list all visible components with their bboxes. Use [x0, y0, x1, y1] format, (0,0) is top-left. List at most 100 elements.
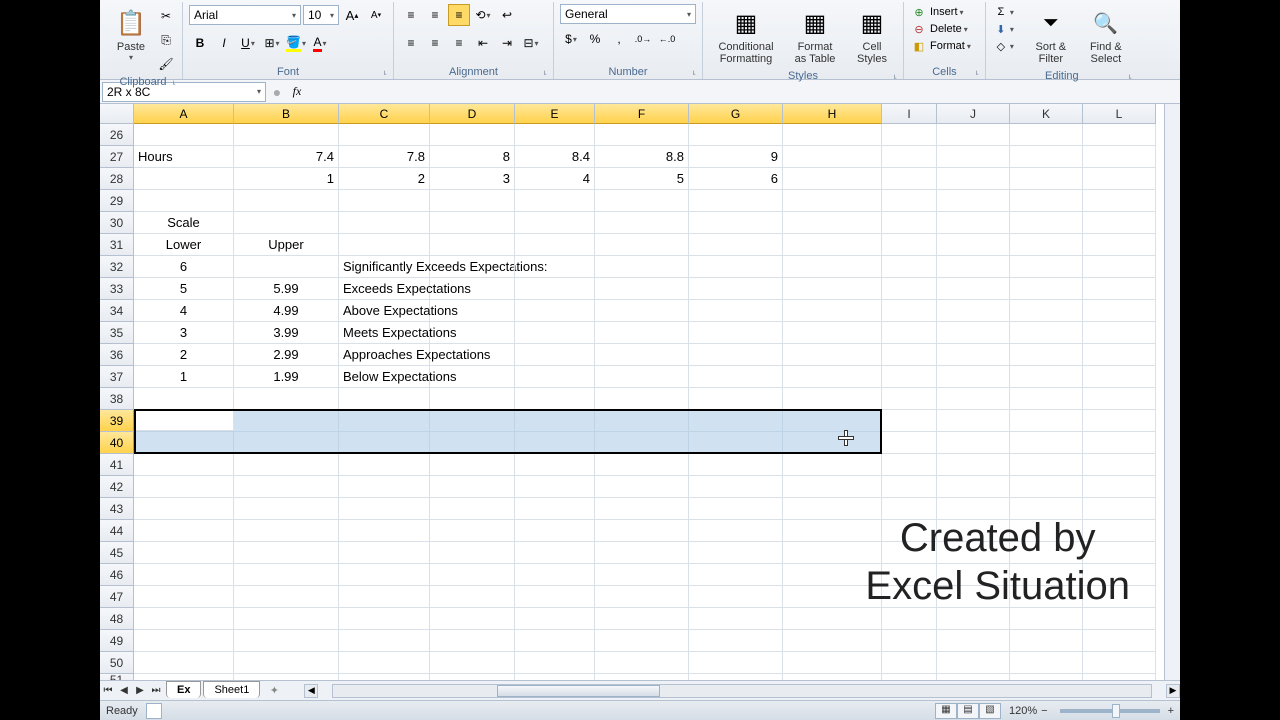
currency-button[interactable]: $ [560, 28, 582, 50]
cell-C46[interactable] [339, 564, 430, 586]
cell-A40[interactable] [134, 432, 234, 454]
cell-H50[interactable] [783, 652, 882, 674]
cell-L42[interactable] [1083, 476, 1156, 498]
cell-L28[interactable] [1083, 168, 1156, 190]
row-header-39[interactable]: 39 [100, 410, 134, 432]
cell-C49[interactable] [339, 630, 430, 652]
cell-D38[interactable] [430, 388, 515, 410]
cell-G29[interactable] [689, 190, 783, 212]
cell-A35[interactable]: 3 [134, 322, 234, 344]
fx-button[interactable]: fx [286, 84, 308, 99]
align-left-button[interactable]: ≡ [400, 32, 422, 54]
cell-H28[interactable] [783, 168, 882, 190]
cell-B40[interactable] [234, 432, 339, 454]
cell-E37[interactable] [515, 366, 595, 388]
cell-I31[interactable] [882, 234, 937, 256]
cell-K46[interactable] [1010, 564, 1083, 586]
formula-input[interactable] [308, 82, 1180, 102]
cell-G39[interactable] [689, 410, 783, 432]
cell-B30[interactable] [234, 212, 339, 234]
cell-H39[interactable] [783, 410, 882, 432]
cell-C31[interactable] [339, 234, 430, 256]
cancel-formula-button[interactable]: ● [268, 84, 286, 100]
cell-H31[interactable] [783, 234, 882, 256]
cell-H30[interactable] [783, 212, 882, 234]
cell-I44[interactable] [882, 520, 937, 542]
cell-E38[interactable] [515, 388, 595, 410]
cell-A31[interactable]: Lower [134, 234, 234, 256]
cell-J30[interactable] [937, 212, 1010, 234]
cell-K27[interactable] [1010, 146, 1083, 168]
cell-G46[interactable] [689, 564, 783, 586]
cell-H51[interactable] [783, 674, 882, 680]
cell-K37[interactable] [1010, 366, 1083, 388]
cell-L36[interactable] [1083, 344, 1156, 366]
cell-B36[interactable]: 2.99 [234, 344, 339, 366]
cell-A26[interactable] [134, 124, 234, 146]
cell-G43[interactable] [689, 498, 783, 520]
zoom-thumb[interactable] [1112, 704, 1120, 718]
cell-D32[interactable] [430, 256, 515, 278]
cell-K42[interactable] [1010, 476, 1083, 498]
cell-A34[interactable]: 4 [134, 300, 234, 322]
cell-A45[interactable] [134, 542, 234, 564]
cell-K47[interactable] [1010, 586, 1083, 608]
row-header-44[interactable]: 44 [100, 520, 134, 542]
cell-A50[interactable] [134, 652, 234, 674]
decrease-decimal-button[interactable]: ←.0 [656, 28, 678, 50]
cell-E31[interactable] [515, 234, 595, 256]
cell-K43[interactable] [1010, 498, 1083, 520]
row-header-35[interactable]: 35 [100, 322, 134, 344]
cell-J31[interactable] [937, 234, 1010, 256]
cell-K32[interactable] [1010, 256, 1083, 278]
cell-K49[interactable] [1010, 630, 1083, 652]
cell-I35[interactable] [882, 322, 937, 344]
merge-button[interactable]: ⊟ [520, 32, 542, 54]
cell-C48[interactable] [339, 608, 430, 630]
cell-C43[interactable] [339, 498, 430, 520]
cell-C26[interactable] [339, 124, 430, 146]
cell-F33[interactable] [595, 278, 689, 300]
cell-D35[interactable] [430, 322, 515, 344]
row-header-32[interactable]: 32 [100, 256, 134, 278]
increase-decimal-button[interactable]: .0→ [632, 28, 654, 50]
row-header-27[interactable]: 27 [100, 146, 134, 168]
cut-button[interactable]: ✂ [156, 6, 176, 26]
font-size-select[interactable]: 10▾ [303, 5, 339, 25]
cell-L43[interactable] [1083, 498, 1156, 520]
cell-K33[interactable] [1010, 278, 1083, 300]
cell-K35[interactable] [1010, 322, 1083, 344]
cell-G32[interactable] [689, 256, 783, 278]
vertical-scrollbar[interactable] [1164, 104, 1180, 680]
cell-C32[interactable]: Significantly Exceeds Expectations: [339, 256, 430, 278]
format-painter-button[interactable]: 🖌 [156, 54, 176, 74]
autosum-button[interactable]: Σ▾ [992, 4, 1022, 20]
cell-D44[interactable] [430, 520, 515, 542]
cell-F31[interactable] [595, 234, 689, 256]
column-header-L[interactable]: L [1083, 104, 1156, 124]
row-header-47[interactable]: 47 [100, 586, 134, 608]
align-center-button[interactable]: ≡ [424, 32, 446, 54]
cell-B45[interactable] [234, 542, 339, 564]
cell-J34[interactable] [937, 300, 1010, 322]
row-header-29[interactable]: 29 [100, 190, 134, 212]
row-header-42[interactable]: 42 [100, 476, 134, 498]
cell-E35[interactable] [515, 322, 595, 344]
align-middle-button[interactable]: ≡ [424, 4, 446, 26]
paste-button[interactable]: 📋 Paste ▾ [110, 4, 152, 65]
cell-E51[interactable] [515, 674, 595, 680]
cell-F29[interactable] [595, 190, 689, 212]
cell-G48[interactable] [689, 608, 783, 630]
cell-H46[interactable] [783, 564, 882, 586]
fill-color-button[interactable]: 🪣 [285, 32, 307, 54]
cell-J40[interactable] [937, 432, 1010, 454]
normal-view-button[interactable]: ▦ [935, 703, 957, 719]
cell-J42[interactable] [937, 476, 1010, 498]
cell-I34[interactable] [882, 300, 937, 322]
row-header-38[interactable]: 38 [100, 388, 134, 410]
horizontal-scrollbar[interactable]: ◀ ▶ [304, 684, 1180, 698]
cell-K50[interactable] [1010, 652, 1083, 674]
cell-I50[interactable] [882, 652, 937, 674]
cell-C39[interactable] [339, 410, 430, 432]
cell-G47[interactable] [689, 586, 783, 608]
